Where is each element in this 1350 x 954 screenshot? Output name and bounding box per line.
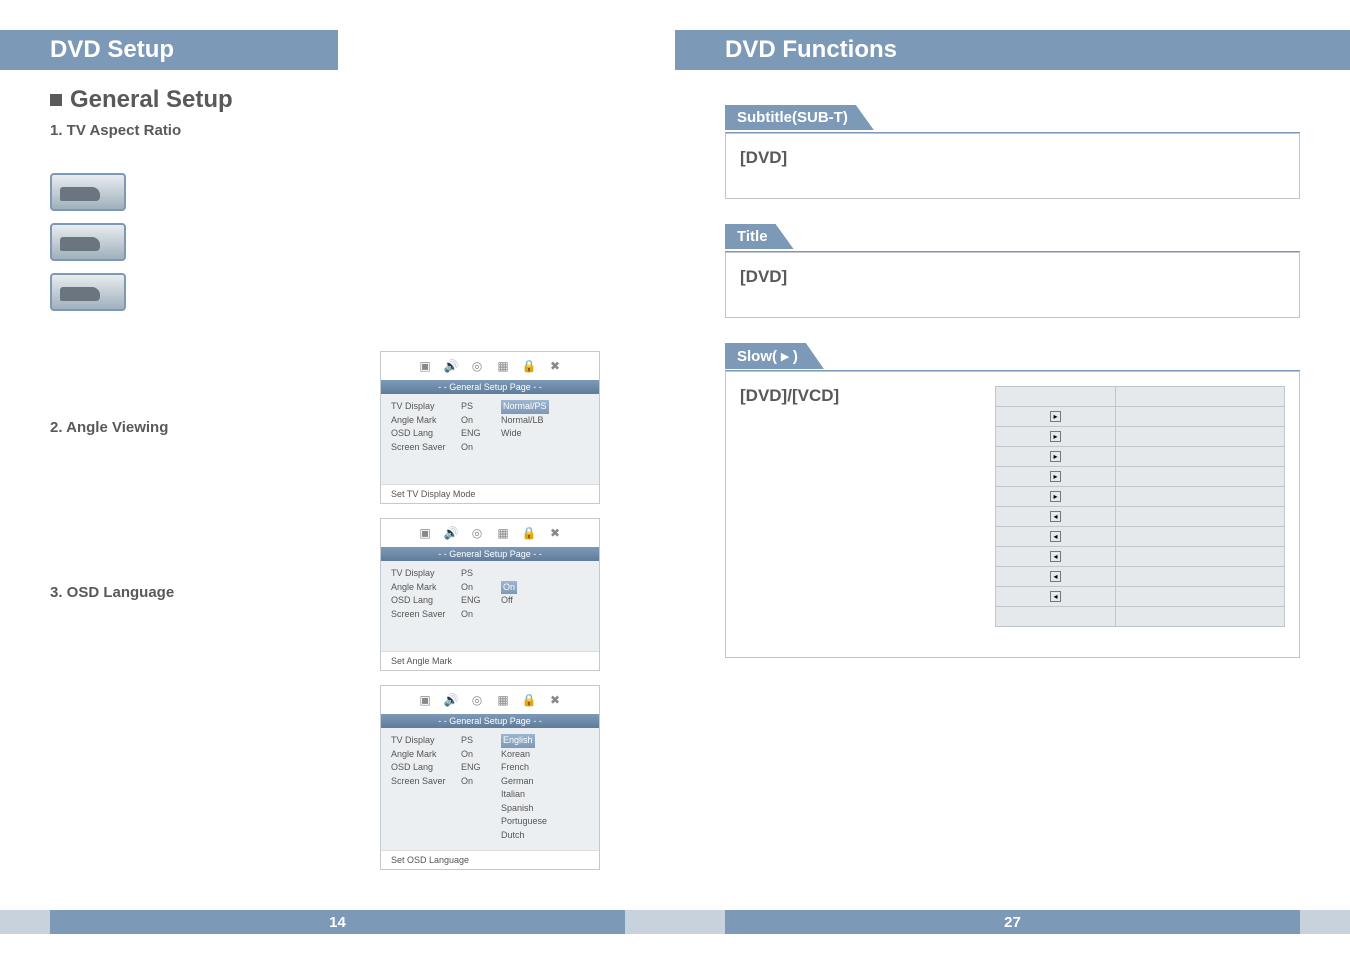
slow-table: ▸ ▸ ▸ ▸ ▸ ◂ ◂ ◂ ◂ ◂ [995,386,1285,627]
label-dvd-2: [DVD] [740,267,1285,287]
lock-icon: 🔒 [521,358,537,374]
video-icon: ▦ [495,358,511,374]
speaker-icon: 🔊 [443,692,459,708]
table-row: ▸ [996,427,1285,447]
tools-icon: ✖ [547,525,563,541]
aspect-thumb-lb [50,223,126,261]
table-row: ▸ [996,467,1285,487]
section-slow: Slow( ▸ ) [DVD]/[VCD] ▸ ▸ ▸ ▸ ▸ ◂ ◂ ◂ ◂ … [725,343,1300,658]
lock-icon: 🔒 [521,525,537,541]
table-row: ◂ [996,547,1285,567]
tab-title: Title [725,224,794,249]
table-row: ▸ [996,407,1285,427]
aspect-thumb-wide [50,273,126,311]
speaker-icon: 🔊 [443,358,459,374]
table-row [996,607,1285,627]
disc-icon: ◎ [469,692,485,708]
label-dvd-vcd: [DVD]/[VCD] [740,386,975,406]
page-left: DVD Setup General Setup 1. TV Aspect Rat… [0,0,675,954]
table-row: ◂ [996,527,1285,547]
table-row: ▸ [996,447,1285,467]
video-icon: ▦ [495,692,511,708]
sub-3-title: 3. OSD Language [50,584,350,601]
header-title-right: DVD Functions [725,36,897,64]
tab-slow: Slow( ▸ ) [725,343,824,369]
section-title: Title [DVD] [725,224,1300,318]
section-title: General Setup [70,86,233,114]
osd-banner: - - General Setup Page - - [381,380,599,394]
table-row: ◂ [996,567,1285,587]
section-subtitle: Subtitle(SUB-T) [DVD] [725,105,1300,199]
osd-screenshot-language: ▣ 🔊 ◎ ▦ 🔒 ✖ - - General Setup Page - - T… [380,685,600,870]
video-icon: ▦ [495,525,511,541]
disc-icon: ◎ [469,358,485,374]
sub-2-title: 2. Angle Viewing [50,419,350,436]
label-dvd-1: [DVD] [740,148,1285,168]
disc-icon: ◎ [469,525,485,541]
page-right: DVD Functions Subtitle(SUB-T) [DVD] Titl… [675,0,1350,954]
osd-foot: Set TV Display Mode [381,484,599,503]
tools-icon: ✖ [547,358,563,374]
lock-icon: 🔒 [521,692,537,708]
header-title-left: DVD Setup [50,36,174,64]
table-row: ▸ [996,487,1285,507]
speaker-icon: 🔊 [443,525,459,541]
footer-right: 27 [675,910,1350,934]
header-bar-right: DVD Functions [675,30,1350,70]
tv-icon: ▣ [417,358,433,374]
tab-subtitle: Subtitle(SUB-T) [725,105,874,130]
aspect-thumb-ps [50,173,126,211]
tv-icon: ▣ [417,692,433,708]
footer-left: 14 [0,910,675,934]
header-bar-left: DVD Setup [0,30,338,70]
tv-icon: ▣ [417,525,433,541]
page-number-right: 27 [1004,914,1021,931]
tools-icon: ✖ [547,692,563,708]
section-general-setup: General Setup [50,86,625,114]
aspect-thumbnails [50,173,126,311]
table-row: ◂ [996,587,1285,607]
osd-screenshot-angle: ▣ 🔊 ◎ ▦ 🔒 ✖ - - General Setup Page - - T… [380,518,600,671]
sub-1-title: 1. TV Aspect Ratio [50,122,625,139]
osd-screenshot-tv-display: ▣ 🔊 ◎ ▦ 🔒 ✖ - - General Setup Page - - T… [380,351,600,504]
page-number-left: 14 [329,914,346,931]
table-row: ◂ [996,507,1285,527]
